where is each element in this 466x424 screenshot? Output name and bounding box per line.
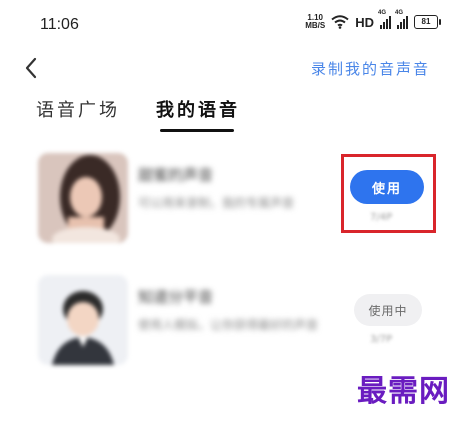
voice-list-item[interactable]: 甜蜜的声音 可以用来录制，我的专属声音 使用 7/4P	[0, 150, 466, 250]
voice-tabs: 语音广场 我的语音	[36, 96, 240, 132]
network-speed: 1.10 MB/S	[305, 14, 325, 30]
status-icons: 1.10 MB/S HD 4G 4G 81	[305, 10, 441, 30]
voice-name: 甜蜜的声音	[138, 166, 214, 184]
voice-name: 知道分平音	[138, 288, 214, 306]
watermark-logo: 最需网	[357, 374, 450, 409]
record-my-voice-link[interactable]: 录制我的音声音	[311, 58, 430, 79]
voice-usage-count: 3/7P	[370, 334, 393, 345]
signal-sim2-icon: 4G	[395, 10, 408, 29]
hd-badge: HD	[355, 14, 374, 30]
voice-list-item[interactable]: 知道分平音 使用人模拟，让你获得最好的声音 使用中 3/7P	[0, 272, 466, 372]
status-bar: 11:06 1.10 MB/S HD 4G 4G 81	[0, 0, 466, 44]
in-use-button[interactable]: 使用中	[354, 294, 422, 326]
signal-sim1-gen: 4G	[378, 10, 387, 16]
network-speed-unit: MB/S	[305, 21, 326, 30]
status-time: 11:06	[40, 16, 79, 33]
avatar	[38, 275, 128, 365]
signal-sim1-icon: 4G	[378, 10, 391, 29]
voice-description: 可以用来录制，我的专属声音	[138, 196, 295, 210]
back-button[interactable]	[18, 54, 46, 82]
use-voice-button[interactable]: 使用	[350, 170, 424, 204]
voice-usage-count: 7/4P	[370, 212, 393, 223]
voice-description: 使用人模拟，让你获得最好的声音	[138, 318, 319, 332]
wifi-icon	[331, 15, 349, 29]
chevron-left-icon	[25, 57, 37, 79]
signal-sim2-gen: 4G	[395, 10, 404, 16]
tab-voice-square[interactable]: 语音广场	[36, 96, 120, 132]
battery-icon: 81	[414, 15, 441, 29]
avatar	[38, 153, 128, 243]
tab-my-voice[interactable]: 我的语音	[156, 96, 240, 132]
